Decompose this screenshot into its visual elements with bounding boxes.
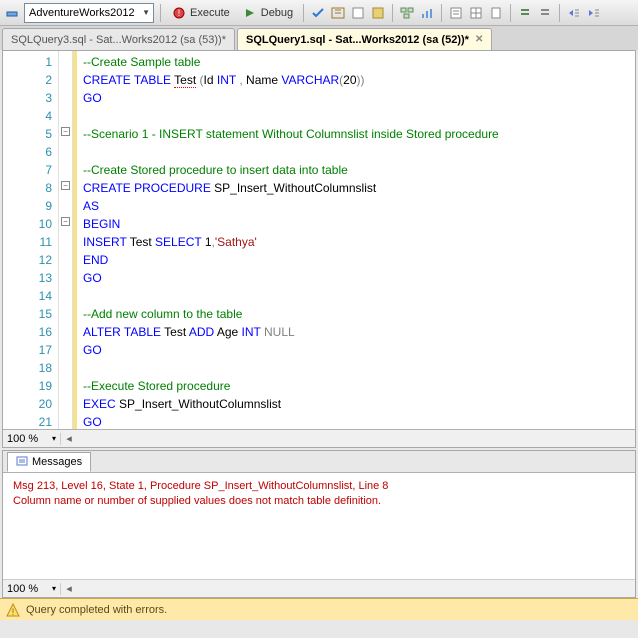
tab-title: SQLQuery3.sql - Sat...Works2012 (sa (53)… [11, 34, 226, 46]
database-selector[interactable]: AdventureWorks2012 [24, 3, 154, 23]
main-toolbar: AdventureWorks2012 ! Execute Debug [0, 0, 638, 26]
svg-text:!: ! [12, 607, 15, 617]
zoom-value: 100 % [7, 433, 38, 445]
tab-sqlquery3[interactable]: SQLQuery3.sql - Sat...Works2012 (sa (53)… [2, 28, 235, 50]
messages-zoom-value: 100 % [7, 583, 38, 595]
tab-sqlquery1[interactable]: SQLQuery1.sql - Sat...Works2012 (sa (52)… [237, 28, 492, 50]
warning-icon: ! [6, 603, 20, 617]
toolbar-separator [559, 4, 560, 22]
messages-output[interactable]: Msg 213, Level 16, State 1, Procedure SP… [3, 473, 635, 579]
parse-icon[interactable] [310, 5, 326, 21]
connect-icon[interactable] [4, 5, 20, 21]
messages-tab[interactable]: Messages [7, 452, 91, 472]
results-panel: Messages Msg 213, Level 16, State 1, Pro… [2, 450, 636, 598]
messages-footer: 100 % ◂ [3, 579, 635, 597]
results-to-file-icon[interactable] [488, 5, 504, 21]
results-to-grid-icon[interactable] [468, 5, 484, 21]
toolbar-separator [303, 4, 304, 22]
execute-label: Execute [190, 7, 230, 19]
execute-icon: ! [171, 5, 187, 21]
line-number-gutter: 12345678910111213141516171819202122 [3, 51, 59, 429]
messages-tab-icon [16, 455, 28, 470]
zoom-selector[interactable]: 100 % [3, 433, 61, 445]
outline-toggle[interactable]: − [61, 181, 70, 190]
include-plan-icon[interactable] [399, 5, 415, 21]
results-tabs: Messages [3, 451, 635, 473]
outline-toggle[interactable]: − [61, 217, 70, 226]
decrease-indent-icon[interactable] [566, 5, 582, 21]
document-tabs: SQLQuery3.sql - Sat...Works2012 (sa (53)… [0, 26, 638, 50]
database-selector-value: AdventureWorks2012 [29, 7, 135, 19]
status-bar: ! Query completed with errors. [0, 598, 638, 620]
results-to-text-icon[interactable] [448, 5, 464, 21]
include-stats-icon[interactable] [419, 5, 435, 21]
outline-margin: − − − [59, 51, 73, 429]
code-area[interactable]: --Create Sample tableCREATE TABLE Test (… [73, 51, 635, 429]
toolbar-separator [441, 4, 442, 22]
scroll-left-icon[interactable]: ◂ [61, 432, 77, 445]
messages-zoom-selector[interactable]: 100 % [3, 583, 61, 595]
query-options-icon[interactable] [350, 5, 366, 21]
toolbar-separator [510, 4, 511, 22]
estimated-plan-icon[interactable] [330, 5, 346, 21]
status-text: Query completed with errors. [26, 604, 167, 616]
sql-editor: 12345678910111213141516171819202122 − −− … [2, 50, 636, 448]
comment-icon[interactable] [517, 5, 533, 21]
intellisense-icon[interactable] [370, 5, 386, 21]
toolbar-separator [392, 4, 393, 22]
execute-button[interactable]: ! Execute [167, 3, 234, 23]
uncomment-icon[interactable] [537, 5, 553, 21]
close-icon[interactable]: ✕ [475, 34, 483, 45]
editor-footer: 100 % ◂ [3, 429, 635, 447]
debug-play-icon [242, 5, 258, 21]
debug-label: Debug [261, 7, 293, 19]
scroll-left-icon[interactable]: ◂ [61, 582, 77, 595]
messages-tab-label: Messages [32, 456, 82, 468]
outline-toggle[interactable]: − [61, 127, 70, 136]
tab-title: SQLQuery1.sql - Sat...Works2012 (sa (52)… [246, 34, 469, 46]
svg-text:!: ! [178, 8, 181, 18]
debug-button[interactable]: Debug [238, 3, 297, 23]
increase-indent-icon[interactable] [586, 5, 602, 21]
toolbar-separator [160, 4, 161, 22]
